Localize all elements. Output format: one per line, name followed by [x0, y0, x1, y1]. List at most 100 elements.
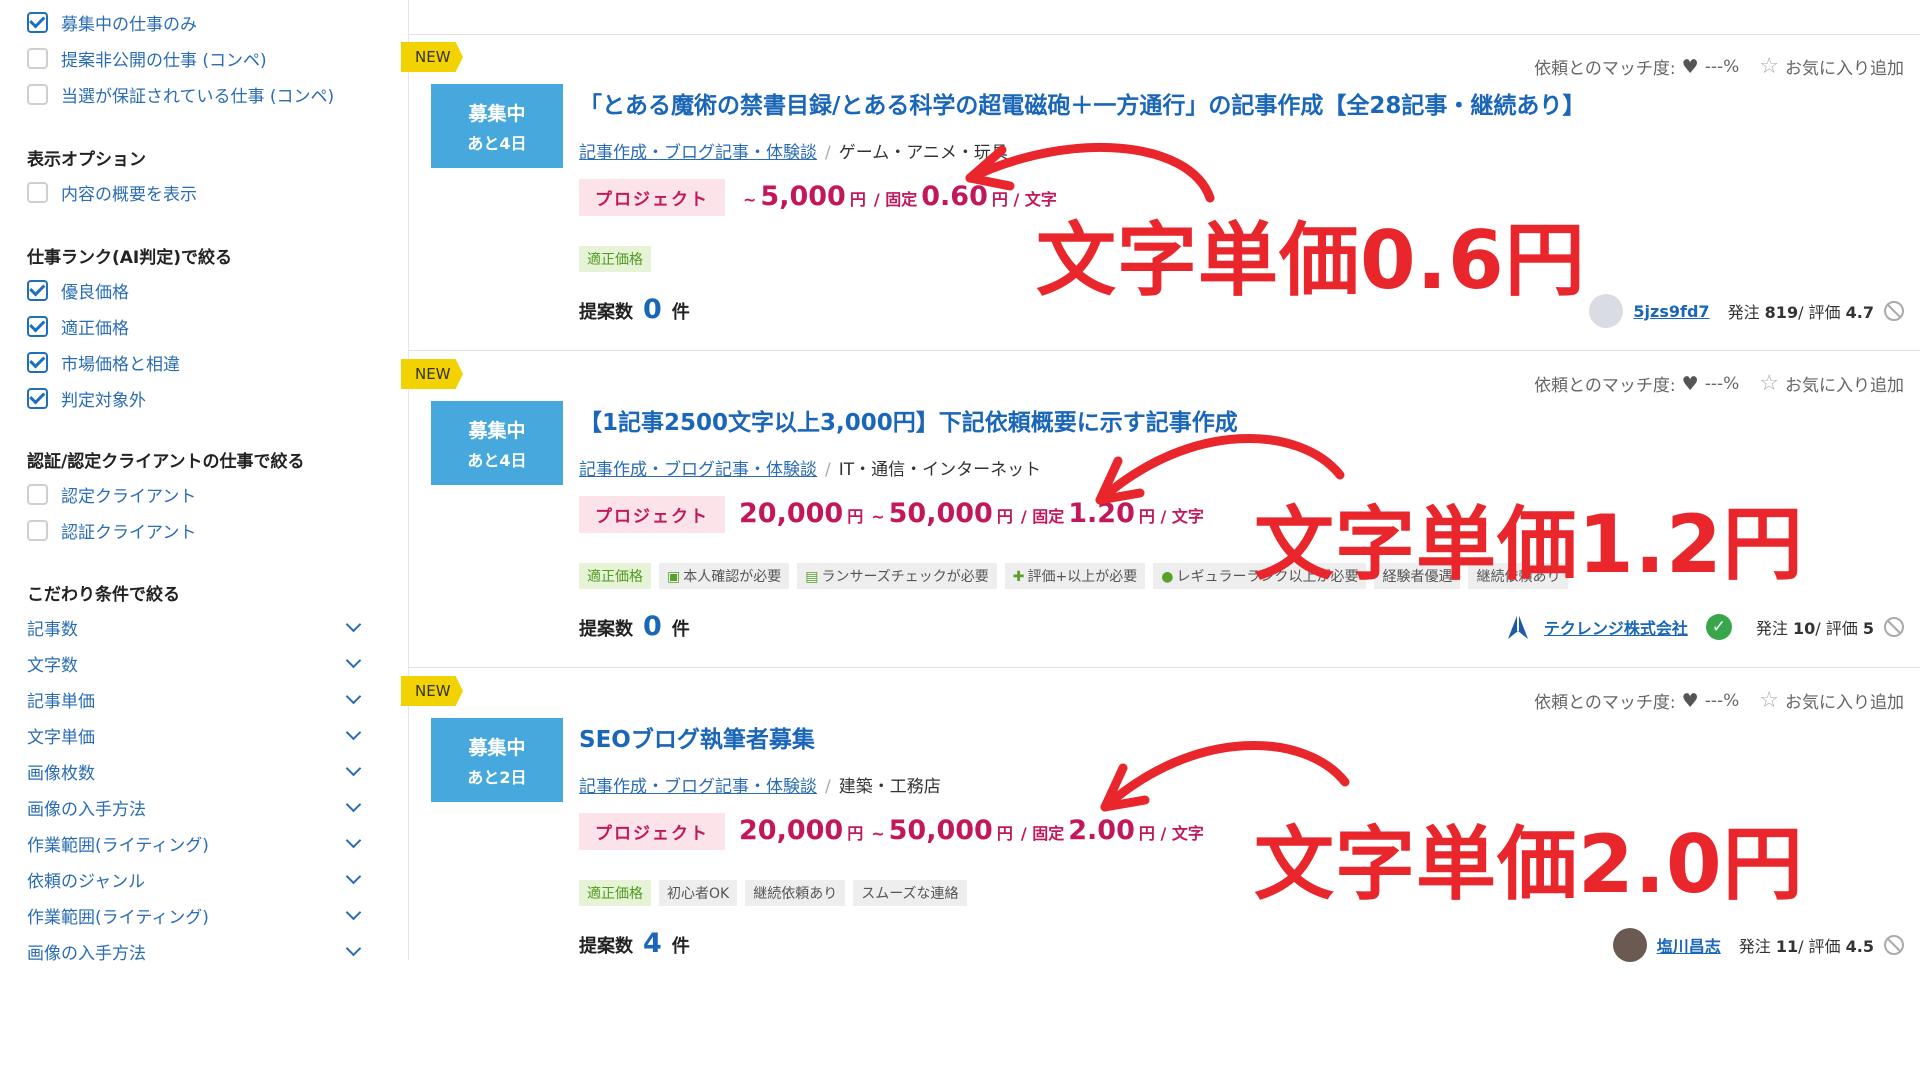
- price-yen: 円: [996, 507, 1013, 526]
- block-icon[interactable]: [1884, 935, 1904, 955]
- match-label: 依頼とのマッチ度:: [1534, 376, 1676, 396]
- condition-char-price[interactable]: 文字単価: [27, 723, 367, 748]
- status-label: 募集中: [468, 736, 526, 759]
- condition-work-scope[interactable]: 作業範囲(ライティング): [27, 831, 367, 856]
- filter-verified-client[interactable]: 認証クライアント: [27, 518, 196, 543]
- tag-rating-required: ✚ 評価+以上が必要: [1004, 563, 1146, 589]
- checkbox-icon[interactable]: [27, 520, 48, 541]
- checkbox-checked-icon[interactable]: [27, 316, 48, 337]
- filter-label: 優良価格: [61, 283, 129, 303]
- project-badge: プロジェクト: [579, 179, 725, 216]
- checkbox-checked-icon[interactable]: [27, 388, 48, 409]
- proposals-label: 提案数: [579, 936, 633, 957]
- category-link[interactable]: 記事作成・ブログ記事・体験談: [579, 143, 817, 163]
- tag-lancers-check: ▤ ランサーズチェックが必要: [797, 563, 997, 589]
- proposals-label: 提案数: [579, 302, 633, 323]
- condition-label: 記事単価: [27, 692, 95, 712]
- certified-heading: 認証/認定クライアントの仕事で絞る: [27, 452, 305, 472]
- star-icon[interactable]: ☆: [1759, 688, 1779, 713]
- condition-char-count[interactable]: 文字数: [27, 651, 367, 676]
- proposals-unit: 件: [671, 936, 690, 957]
- checkbox-icon[interactable]: [27, 84, 48, 105]
- condition-label: 文字数: [27, 656, 78, 676]
- tag-fair-price: 適正価格: [579, 563, 651, 589]
- filter-private-competition[interactable]: 提案非公開の仕事 (コンペ): [27, 46, 267, 71]
- checkbox-checked-icon[interactable]: [27, 280, 48, 301]
- block-icon[interactable]: [1884, 617, 1904, 637]
- condition-image-source[interactable]: 画像の入手方法: [27, 795, 367, 820]
- match-value: ---%: [1704, 373, 1740, 394]
- proposals-unit: 件: [671, 302, 690, 323]
- condition-image-count[interactable]: 画像枚数: [27, 759, 367, 784]
- proposals-number: 0: [643, 611, 662, 642]
- client-name[interactable]: 5jzs9fd7: [1633, 302, 1709, 321]
- job-categories: 記事作成・ブログ記事・体験談 / 建築・工務店: [579, 772, 941, 797]
- price-max: 50,000: [888, 498, 993, 529]
- project-badge: プロジェクト: [579, 496, 725, 533]
- price-yen: 円: [847, 824, 864, 843]
- job-title[interactable]: 「とある魔術の禁書目録/とある科学の超電磁砲＋一方通行」の記事作成【全28記事・…: [579, 86, 1585, 120]
- checkbox-icon[interactable]: [27, 48, 48, 69]
- filter-label: 認証クライアント: [61, 523, 197, 543]
- user-plus-icon: ✚: [1012, 569, 1025, 585]
- category-link[interactable]: 記事作成・ブログ記事・体験談: [579, 460, 817, 480]
- status-label: 募集中: [468, 419, 526, 442]
- condition-work-scope-2[interactable]: 作業範囲(ライティング): [27, 903, 367, 928]
- filter-rank-fair[interactable]: 適正価格: [27, 314, 129, 339]
- block-icon[interactable]: [1884, 301, 1904, 321]
- category-link[interactable]: 記事作成・ブログ記事・体験談: [579, 777, 817, 797]
- tag-list: 適正価格: [579, 246, 651, 272]
- annotation-unit-price-2: 文字単価1.2円: [1254, 498, 1804, 591]
- annotation-unit-price-1: 文字単価0.6円: [1036, 214, 1586, 307]
- chevron-down-icon: [345, 616, 362, 633]
- star-icon[interactable]: ☆: [1759, 54, 1779, 79]
- price-tilde: ~: [871, 507, 885, 526]
- job-categories: 記事作成・ブログ記事・体験談 / IT・通信・インターネット: [579, 455, 1041, 480]
- checkbox-checked-icon[interactable]: [27, 12, 48, 33]
- match-label: 依頼とのマッチ度:: [1534, 693, 1676, 713]
- clipboard-icon: ▤: [805, 569, 819, 585]
- condition-article-count[interactable]: 記事数: [27, 615, 367, 640]
- checkbox-icon[interactable]: [27, 182, 48, 203]
- favorite-link[interactable]: お気に入り追加: [1785, 54, 1904, 79]
- proposal-count: 提案数 0 件: [579, 611, 690, 642]
- condition-label: 画像の入手方法: [27, 944, 146, 964]
- filter-rank-excluded[interactable]: 判定対象外: [27, 386, 146, 411]
- filter-rank-differs[interactable]: 市場価格と相違: [27, 350, 180, 375]
- display-options-heading: 表示オプション: [27, 150, 146, 170]
- client-name[interactable]: 塩川昌志: [1657, 933, 1721, 957]
- avatar[interactable]: [1589, 294, 1624, 328]
- job-title[interactable]: SEOブログ執筆者募集: [579, 720, 815, 754]
- avatar[interactable]: [1612, 928, 1647, 962]
- condition-article-price[interactable]: 記事単価: [27, 687, 367, 712]
- filter-open-only[interactable]: 募集中の仕事のみ: [27, 10, 197, 35]
- chevron-down-icon: [345, 904, 362, 921]
- category-text: IT・通信・インターネット: [838, 460, 1042, 480]
- filter-rank-good[interactable]: 優良価格: [27, 278, 129, 303]
- job-rank-heading: 仕事ランク(AI判定)で絞る: [27, 248, 233, 268]
- proposals-label: 提案数: [579, 619, 633, 640]
- client-stats: 発注 819/ 評価 4.7: [1727, 303, 1874, 322]
- chevron-down-icon: [345, 832, 362, 849]
- favorite-link[interactable]: お気に入り追加: [1785, 371, 1904, 396]
- new-badge: NEW: [401, 676, 463, 706]
- star-icon[interactable]: ☆: [1759, 371, 1779, 396]
- price-fixed: / 固定: [1020, 824, 1065, 843]
- filter-guaranteed-competition[interactable]: 当選が保証されている仕事 (コンペ): [27, 82, 334, 107]
- client-name[interactable]: テクレンジ株式会社: [1544, 615, 1688, 639]
- checkbox-icon[interactable]: [27, 484, 48, 505]
- favorite-link[interactable]: お気に入り追加: [1785, 688, 1904, 713]
- new-badge: NEW: [401, 359, 463, 389]
- checkbox-checked-icon[interactable]: [27, 352, 48, 373]
- filter-label: 募集中の仕事のみ: [61, 15, 197, 35]
- condition-image-source-2[interactable]: 画像の入手方法: [27, 939, 367, 964]
- tag-fair-price: 適正価格: [579, 246, 651, 272]
- filter-show-summary[interactable]: 内容の概要を表示: [27, 180, 197, 205]
- filter-certified-client[interactable]: 認定クライアント: [27, 482, 196, 507]
- client-info: テクレンジ株式会社 ✓ 発注 10/ 評価 5: [1502, 611, 1904, 643]
- condition-genre[interactable]: 依頼のジャンル: [27, 867, 367, 892]
- status-box: 募集中 あと4日: [431, 84, 563, 168]
- company-logo-icon[interactable]: [1502, 611, 1534, 643]
- filter-label: 提案非公開の仕事 (コンペ): [61, 51, 267, 71]
- match-area: 依頼とのマッチ度: ♥ ---% ☆ お気に入り追加: [1534, 371, 1904, 396]
